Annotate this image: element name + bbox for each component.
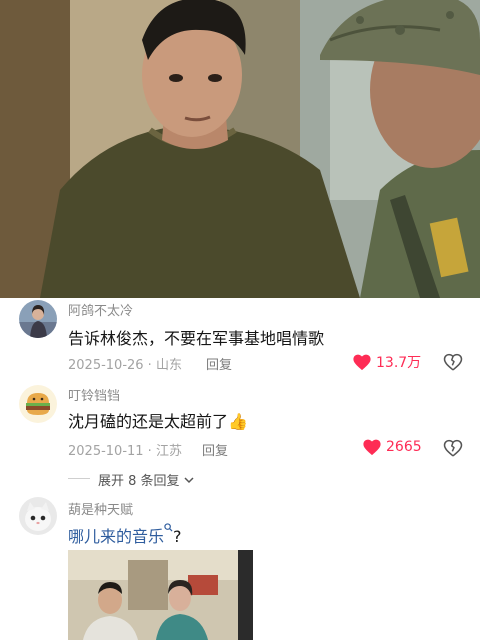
comment-text: 告诉林俊杰，不要在军事基地唱情歌 xyxy=(68,329,325,348)
broken-heart-icon[interactable] xyxy=(443,352,463,372)
avatar[interactable] xyxy=(19,385,57,423)
video-scene xyxy=(0,0,480,298)
search-icon[interactable] xyxy=(164,523,173,532)
expand-replies-label: 展开 8 条回复 xyxy=(98,474,180,489)
avatar[interactable] xyxy=(19,497,57,535)
broken-heart-icon[interactable] xyxy=(443,438,463,458)
comment-text: 哪儿来的音乐? xyxy=(68,523,182,547)
heart-icon xyxy=(353,354,371,371)
video-frame[interactable] xyxy=(0,0,480,298)
like-button[interactable]: 2665 xyxy=(362,438,422,456)
thumbs-up-emoji: 👍 xyxy=(228,412,248,431)
comment-username[interactable]: 叮铃铛铛 xyxy=(68,385,120,404)
reply-button[interactable]: 回复 xyxy=(202,440,228,459)
expand-divider xyxy=(68,478,90,479)
comment-image[interactable] xyxy=(68,550,253,640)
reply-button[interactable]: 回复 xyxy=(206,354,232,373)
comment-text-link[interactable]: 哪儿来的音乐 xyxy=(68,527,164,546)
heart-icon xyxy=(363,439,381,456)
avatar[interactable] xyxy=(19,300,57,338)
comment-text-suffix: ? xyxy=(173,527,182,546)
comment-meta: 2025-10-11 · 江苏 xyxy=(68,444,182,459)
comment-meta: 2025-10-26 · 山东 xyxy=(68,358,182,373)
like-count: 2665 xyxy=(386,439,422,455)
comment-image-scene xyxy=(68,550,253,640)
chevron-down-icon xyxy=(184,476,194,483)
like-button[interactable]: 13.7万 xyxy=(352,352,421,372)
comment-text-body: 沈月磕的还是太超前了 xyxy=(68,412,229,431)
comment-username[interactable]: 阿鸽不太冷 xyxy=(68,300,133,319)
comment-text: 沈月磕的还是太超前了👍 xyxy=(68,408,248,432)
comment-username[interactable]: 葫是种天赋 xyxy=(68,499,133,518)
like-count: 13.7万 xyxy=(376,355,422,371)
kitten-avatar-icon xyxy=(19,497,57,535)
expand-replies-button[interactable]: 展开 8 条回复 xyxy=(98,470,194,489)
burger-cartoon-avatar-icon xyxy=(19,385,57,423)
girl-photo-avatar-icon xyxy=(19,300,57,338)
